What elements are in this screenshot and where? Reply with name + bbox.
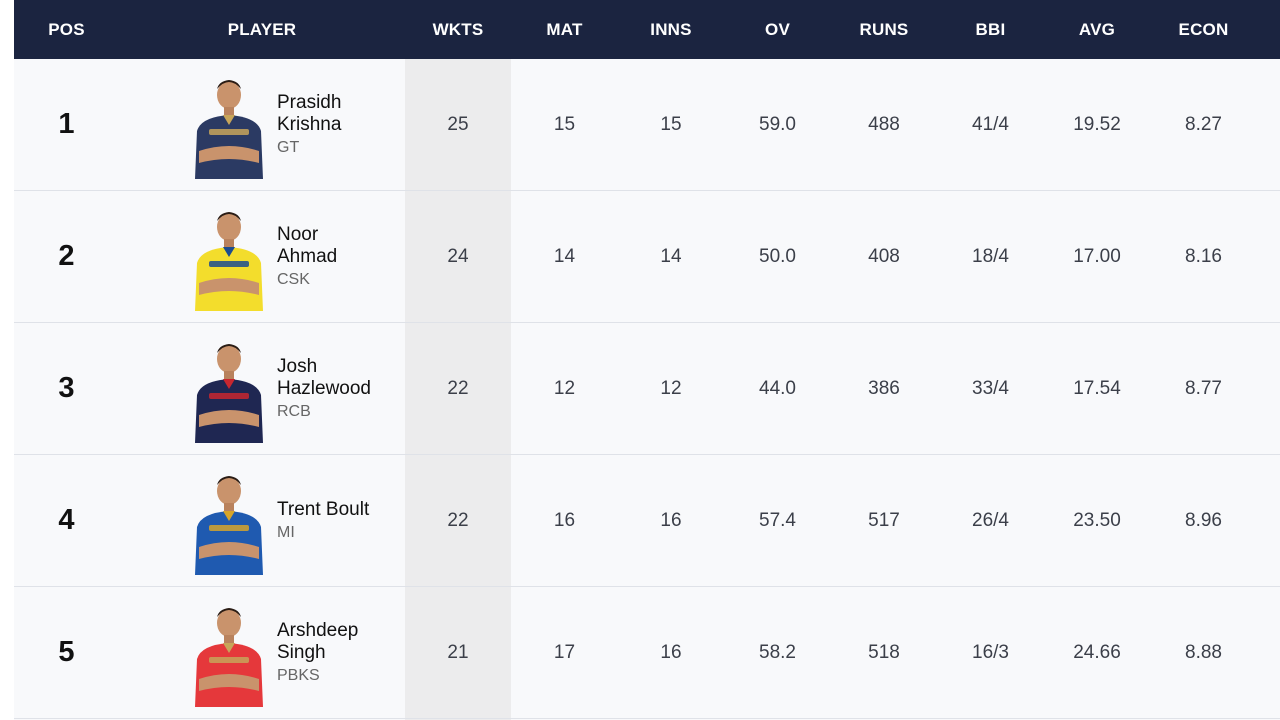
player-portrait-icon (195, 475, 263, 575)
header-mat[interactable]: MAT (511, 20, 618, 40)
runs-value: 517 (868, 509, 900, 531)
stats-table: POS PLAYER WKTS MAT INNS OV RUNS BBI AVG… (14, 0, 1280, 720)
player-avatar (189, 599, 269, 707)
player-avatar (189, 467, 269, 575)
economy-value: 8.27 (1185, 113, 1222, 135)
header-ov[interactable]: OV (724, 20, 831, 40)
player-cell[interactable]: Josh Hazlewood RCB (119, 335, 405, 443)
best-bowling-value: 16/3 (972, 641, 1009, 663)
overs-value: 57.4 (759, 509, 796, 531)
overs-value: 44.0 (759, 377, 796, 399)
player-name[interactable]: Josh Hazlewood (277, 356, 397, 400)
position-number: 3 (58, 372, 75, 404)
wickets-value: 25 (447, 113, 469, 135)
header-bbi[interactable]: BBI (937, 20, 1044, 40)
economy-value: 8.96 (1185, 509, 1222, 531)
player-avatar (189, 71, 269, 179)
position-number: 1 (58, 108, 75, 140)
innings-value: 15 (660, 113, 682, 135)
player-avatar (189, 335, 269, 443)
player-first-name: Trent Boult (277, 499, 370, 520)
player-last-name: Krishna (277, 114, 342, 135)
header-runs[interactable]: RUNS (831, 20, 937, 40)
player-cell[interactable]: Arshdeep Singh PBKS (119, 599, 405, 707)
economy-value: 8.16 (1185, 245, 1222, 267)
player-portrait-icon (195, 343, 263, 443)
player-team: CSK (277, 271, 310, 288)
position-number: 4 (58, 504, 75, 536)
position-number: 2 (58, 240, 75, 272)
player-portrait-icon (195, 79, 263, 179)
wickets-value: 22 (447, 509, 469, 531)
player-cell[interactable]: Prasidh Krishna GT (119, 71, 405, 179)
player-name[interactable]: Trent Boult (277, 499, 397, 521)
average-value: 19.52 (1073, 113, 1121, 135)
player-portrait-icon (195, 211, 263, 311)
header-econ[interactable]: ECON (1150, 20, 1257, 40)
wickets-value: 22 (447, 377, 469, 399)
player-first-name: Noor (277, 224, 319, 245)
innings-value: 16 (660, 509, 682, 531)
best-bowling-value: 33/4 (972, 377, 1009, 399)
table-row[interactable]: 2 Noor Ahmad CSK 24 14 14 50.0 408 18/4 … (14, 191, 1280, 323)
table-header: POS PLAYER WKTS MAT INNS OV RUNS BBI AVG… (14, 0, 1280, 59)
matches-value: 17 (553, 641, 576, 663)
matches-value: 16 (553, 509, 576, 531)
innings-value: 16 (660, 641, 682, 663)
player-last-name: Singh (277, 642, 326, 663)
player-team: RCB (277, 403, 311, 420)
header-inns[interactable]: INNS (618, 20, 724, 40)
player-name[interactable]: Arshdeep Singh (277, 620, 397, 664)
average-value: 23.50 (1073, 509, 1121, 531)
economy-value: 8.77 (1185, 377, 1222, 399)
table-row[interactable]: 3 Josh Hazlewood RCB 22 12 12 44.0 386 3… (14, 323, 1280, 455)
innings-value: 14 (660, 245, 682, 267)
header-pos[interactable]: POS (14, 20, 119, 40)
player-team: GT (277, 139, 300, 156)
header-wkts[interactable]: WKTS (405, 20, 511, 40)
player-name[interactable]: Noor Ahmad (277, 224, 397, 268)
overs-value: 59.0 (759, 113, 796, 135)
matches-value: 15 (553, 113, 576, 135)
header-avg[interactable]: AVG (1044, 20, 1150, 40)
player-last-name: Ahmad (277, 246, 338, 267)
player-name[interactable]: Prasidh Krishna (277, 92, 397, 136)
player-first-name: Arshdeep (277, 620, 359, 641)
player-portrait-icon (195, 607, 263, 707)
runs-value: 386 (868, 377, 900, 399)
economy-value: 8.88 (1185, 641, 1222, 663)
player-first-name: Prasidh (277, 92, 342, 113)
player-team: PBKS (277, 667, 320, 684)
player-first-name: Josh (277, 356, 318, 377)
best-bowling-value: 18/4 (972, 245, 1009, 267)
average-value: 17.00 (1073, 245, 1121, 267)
best-bowling-value: 41/4 (972, 113, 1009, 135)
wickets-value: 24 (447, 245, 469, 267)
page-margin (0, 0, 14, 720)
average-value: 17.54 (1073, 377, 1121, 399)
runs-value: 518 (868, 641, 900, 663)
best-bowling-value: 26/4 (972, 509, 1009, 531)
wickets-value: 21 (447, 641, 469, 663)
player-team: MI (277, 524, 295, 541)
table-row[interactable]: 4 Trent Boult MI 22 16 16 57.4 517 26/4 … (14, 455, 1280, 587)
player-cell[interactable]: Trent Boult MI (119, 467, 405, 575)
runs-value: 488 (868, 113, 900, 135)
matches-value: 14 (553, 245, 576, 267)
player-avatar (189, 203, 269, 311)
average-value: 24.66 (1073, 641, 1121, 663)
player-cell[interactable]: Noor Ahmad CSK (119, 203, 405, 311)
player-last-name: Hazlewood (277, 378, 371, 399)
header-player[interactable]: PLAYER (119, 20, 405, 40)
innings-value: 12 (660, 377, 682, 399)
table-row[interactable]: 1 Prasidh Krishna GT 25 15 15 59.0 488 4… (14, 59, 1280, 191)
overs-value: 50.0 (759, 245, 796, 267)
overs-value: 58.2 (759, 641, 796, 663)
table-row[interactable]: 5 Arshdeep Singh PBKS 21 17 16 58.2 518 … (14, 587, 1280, 719)
runs-value: 408 (868, 245, 900, 267)
matches-value: 12 (553, 377, 576, 399)
position-number: 5 (58, 636, 75, 668)
